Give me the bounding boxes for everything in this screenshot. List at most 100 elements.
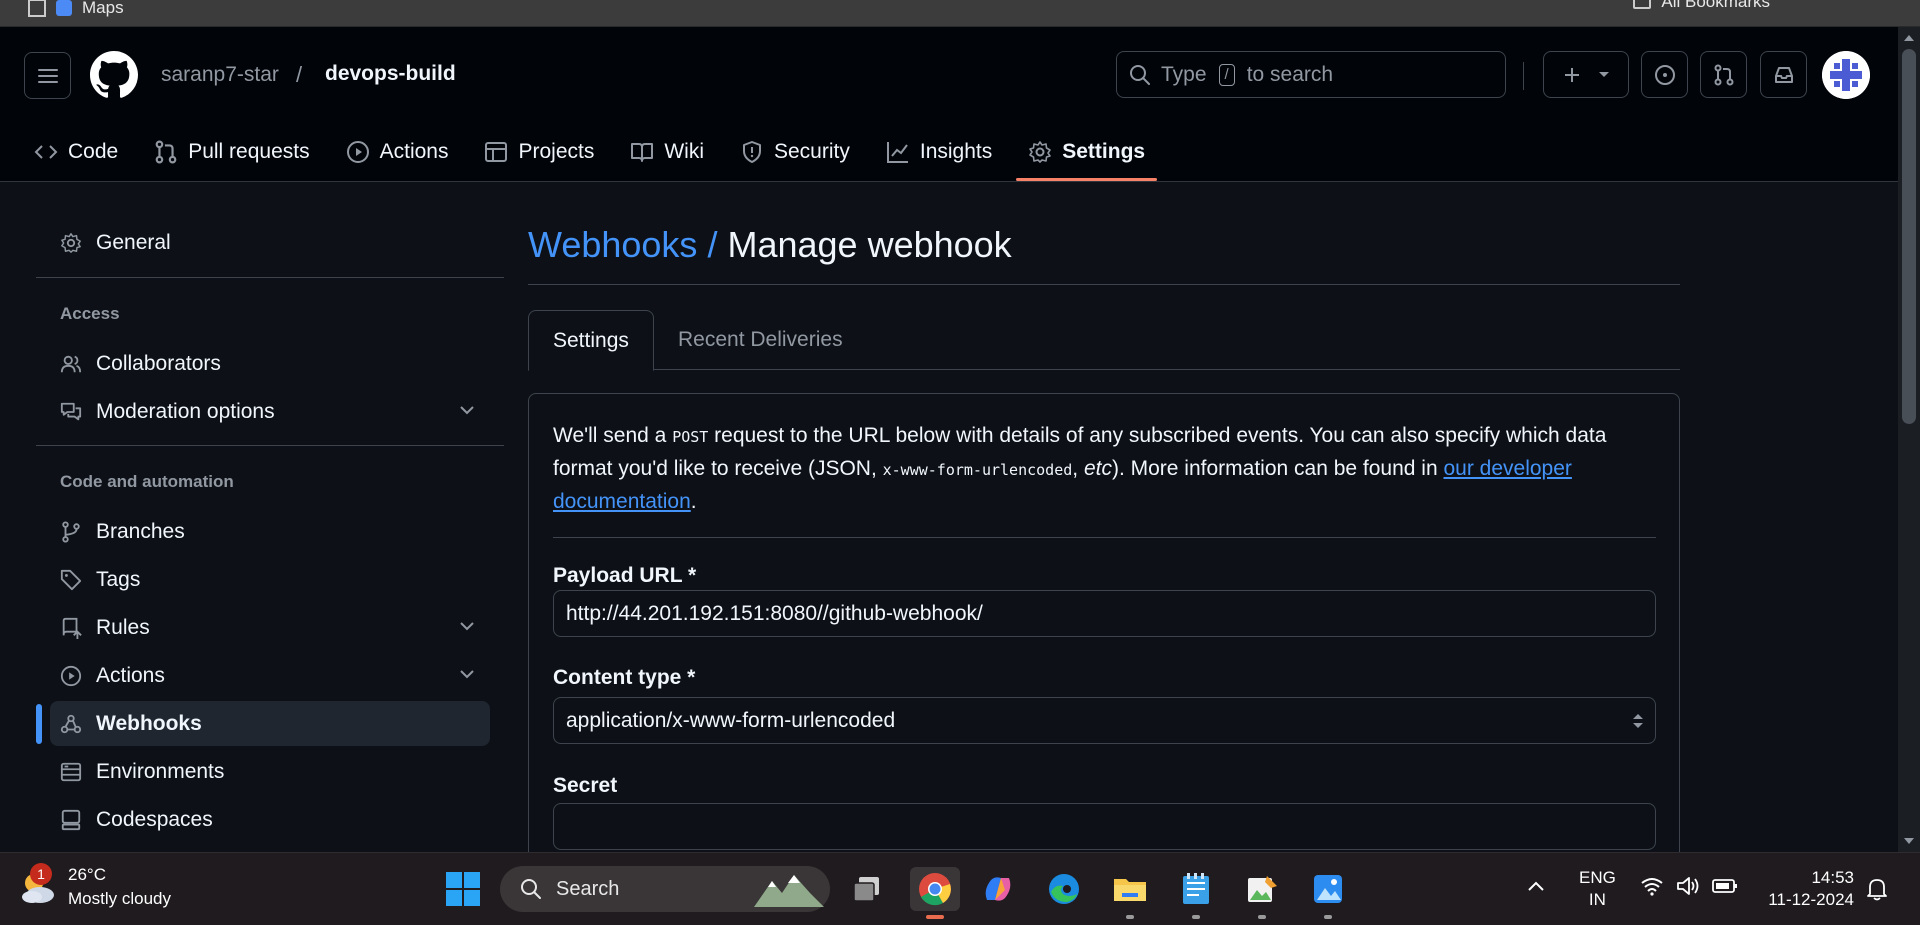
browser-tab-fragment[interactable]: Maps [28, 0, 124, 18]
github-header: saranp7-star / devops-build Type / to se… [0, 27, 1898, 182]
pull-requests-button[interactable] [1700, 51, 1747, 98]
weather-widget[interactable]: 1 26°C Mostly cloudy [18, 863, 171, 911]
book-icon [631, 143, 654, 162]
weather-condition: Mostly cloudy [68, 889, 171, 908]
tab-label: Settings [1062, 140, 1146, 163]
desc-etc: etc [1083, 457, 1112, 480]
scrollbar-thumb[interactable] [1902, 49, 1916, 424]
bell-icon [1867, 879, 1887, 901]
clock-date: 11-12-2024 [1768, 890, 1854, 909]
desc-code-urlencoded: x-www-form-urlencoded [882, 461, 1073, 479]
clock-time: 14:53 [1811, 868, 1854, 887]
sidebar-item-environments[interactable]: Environments [50, 749, 490, 794]
tab-label: Code [68, 140, 119, 163]
sidebar-item-label: General [96, 230, 171, 254]
caret-down-icon [1598, 71, 1609, 77]
sidebar-item-actions[interactable]: Actions [50, 653, 490, 698]
windows-logo-icon [446, 872, 480, 906]
active-indicator [36, 704, 42, 744]
edge-icon [1049, 874, 1079, 904]
tab-insights[interactable]: Insights [886, 123, 992, 181]
clock[interactable]: 14:53 11-12-2024 [1756, 867, 1854, 911]
github-logo-icon[interactable] [90, 51, 138, 99]
sidebar-item-moderation[interactable]: Moderation options [50, 389, 490, 434]
menu-button[interactable] [24, 52, 71, 99]
sidebar-heading-code-automation: Code and automation [60, 472, 234, 491]
content-type-value: application/x-www-form-urlencoded [566, 708, 896, 732]
tab-security[interactable]: Security [740, 123, 850, 181]
webhook-tabs: Settings Recent Deliveries [528, 310, 1680, 371]
search-input[interactable]: Type / to search [1116, 51, 1506, 98]
user-avatar[interactable] [1822, 51, 1870, 99]
edge-app[interactable] [1042, 867, 1086, 911]
pull-request-icon [1714, 64, 1733, 85]
tab-code[interactable]: Code [34, 123, 118, 181]
tab-webhook-settings[interactable]: Settings [528, 310, 654, 371]
sidebar-item-collaborators[interactable]: Collaborators [50, 341, 490, 386]
codespaces-icon [61, 809, 81, 830]
breadcrumb-webhooks-link[interactable]: Webhooks / [528, 224, 717, 265]
tab-pull-requests[interactable]: Pull requests [154, 123, 310, 181]
sidebar-item-rules[interactable]: Rules [50, 605, 490, 650]
show-hidden-icons-button[interactable] [1526, 867, 1546, 897]
sidebar-item-webhooks[interactable]: Webhooks [50, 701, 490, 746]
tab-settings[interactable]: Settings [1016, 123, 1157, 181]
sidebar-item-codespaces[interactable]: Codespaces [50, 797, 490, 842]
running-app-indicator [1258, 915, 1266, 919]
notepad-icon [1183, 873, 1209, 904]
select-arrows-icon [1633, 714, 1643, 728]
webhook-icon [60, 714, 82, 733]
weather-temp: 26°C [68, 865, 106, 884]
all-bookmarks[interactable]: All Bookmarks [1633, 0, 1770, 12]
sidebar-item-label: Environments [96, 759, 225, 783]
language-indicator[interactable]: ENG IN [1579, 867, 1616, 911]
create-new-button[interactable] [1543, 51, 1629, 98]
search-prefix: Type [1161, 62, 1207, 86]
start-button[interactable] [441, 867, 485, 911]
sidebar-item-general[interactable]: General [50, 220, 490, 265]
sidebar-item-label: Webhooks [96, 711, 202, 735]
desc-text: We'll send a [553, 424, 673, 447]
copilot-app[interactable] [976, 867, 1020, 911]
photos-app[interactable] [1306, 867, 1350, 919]
tab-projects[interactable]: Projects [484, 123, 594, 181]
sidebar-item-tags[interactable]: Tags [50, 557, 490, 602]
page-scrollbar[interactable] [1898, 27, 1920, 852]
payload-url-input[interactable]: http://44.201.192.151:8080//github-webho… [553, 590, 1656, 637]
chrome-app[interactable] [910, 867, 960, 919]
file-explorer-app[interactable] [1108, 867, 1152, 919]
chevron-down-icon [460, 406, 474, 415]
repo-name-link[interactable]: devops-build [325, 62, 456, 86]
tab-recent-deliveries[interactable]: Recent Deliveries [654, 310, 867, 370]
browser-bar: Maps All Bookmarks [0, 0, 1920, 27]
chevron-up-icon [1528, 881, 1544, 891]
sidebar-item-label: Collaborators [96, 351, 221, 375]
page-title: Webhooks / Manage webhook [528, 224, 1012, 266]
tab-wiki[interactable]: Wiki [630, 123, 704, 181]
weather-text: 26°C Mostly cloudy [68, 863, 171, 911]
sidebar-heading-access: Access [60, 304, 120, 323]
desc-code-post: POST [672, 428, 709, 446]
system-tray[interactable] [1640, 875, 1738, 897]
tab-actions[interactable]: Actions [346, 123, 448, 181]
code-icon [34, 145, 58, 159]
inbox-button[interactable] [1760, 51, 1807, 98]
play-icon [60, 665, 82, 686]
volume-icon [1677, 877, 1699, 895]
paint-app[interactable] [1240, 867, 1284, 919]
sidebar-item-label: Actions [96, 663, 165, 687]
sidebar-item-label: Branches [96, 519, 185, 543]
search-shortcut-key: / [1218, 63, 1235, 86]
taskbar-search[interactable]: Search [500, 866, 830, 912]
tab-label: Projects [518, 140, 595, 163]
gear-icon [1029, 141, 1052, 163]
content-type-select[interactable]: application/x-www-form-urlencoded [553, 697, 1656, 744]
secret-input[interactable] [553, 803, 1656, 850]
notifications-button[interactable] [1866, 877, 1888, 901]
sidebar-item-branches[interactable]: Branches [50, 509, 490, 554]
issues-button[interactable] [1641, 51, 1688, 98]
task-view-button[interactable] [845, 867, 889, 911]
form-divider [553, 537, 1656, 538]
notepad-app[interactable] [1174, 867, 1218, 919]
repo-owner-link[interactable]: saranp7-star [161, 63, 279, 87]
